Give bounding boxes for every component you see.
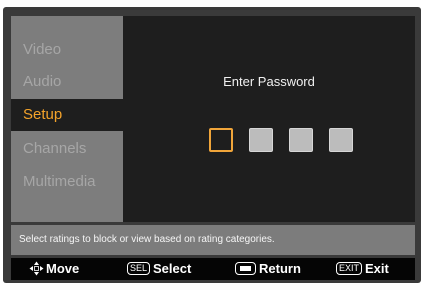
- footer-exit: EXIT Exit: [336, 258, 389, 280]
- footer-move: Move: [29, 258, 79, 280]
- footer-return-label: Return: [259, 261, 301, 276]
- password-digit-4[interactable]: [329, 128, 353, 152]
- menu-panel: Video Audio Setup Channels Multimedia En…: [11, 16, 415, 222]
- footer-key-guide: Move SEL Select Return EXIT Exit: [11, 258, 415, 280]
- footer-return: Return: [235, 258, 301, 280]
- password-digit-2[interactable]: [249, 128, 273, 152]
- menu-item-multimedia[interactable]: Multimedia: [11, 166, 123, 198]
- sel-key-icon: SEL: [127, 262, 151, 276]
- password-digit-1[interactable]: [209, 128, 233, 152]
- menu-sidebar: Video Audio Setup Channels Multimedia: [11, 16, 123, 222]
- menu-item-video[interactable]: Video: [11, 34, 123, 66]
- footer-select: SEL Select: [127, 258, 191, 280]
- footer-move-label: Move: [46, 261, 80, 276]
- password-content: Enter Password: [123, 16, 415, 222]
- return-key-icon: [235, 262, 256, 276]
- menu-item-channels[interactable]: Channels: [11, 133, 123, 165]
- password-prompt: Enter Password: [223, 74, 315, 89]
- footer-select-label: Select: [153, 261, 192, 276]
- password-digit-3[interactable]: [289, 128, 313, 152]
- footer-exit-label: Exit: [365, 261, 389, 276]
- exit-key-icon: EXIT: [336, 262, 363, 276]
- menu-item-setup[interactable]: Setup: [11, 99, 123, 131]
- help-bar: Select ratings to block or view based on…: [11, 225, 415, 255]
- tv-menu-window: Video Audio Setup Channels Multimedia En…: [3, 7, 421, 283]
- four-way-arrows-icon: [29, 261, 44, 276]
- menu-item-audio[interactable]: Audio: [11, 66, 123, 98]
